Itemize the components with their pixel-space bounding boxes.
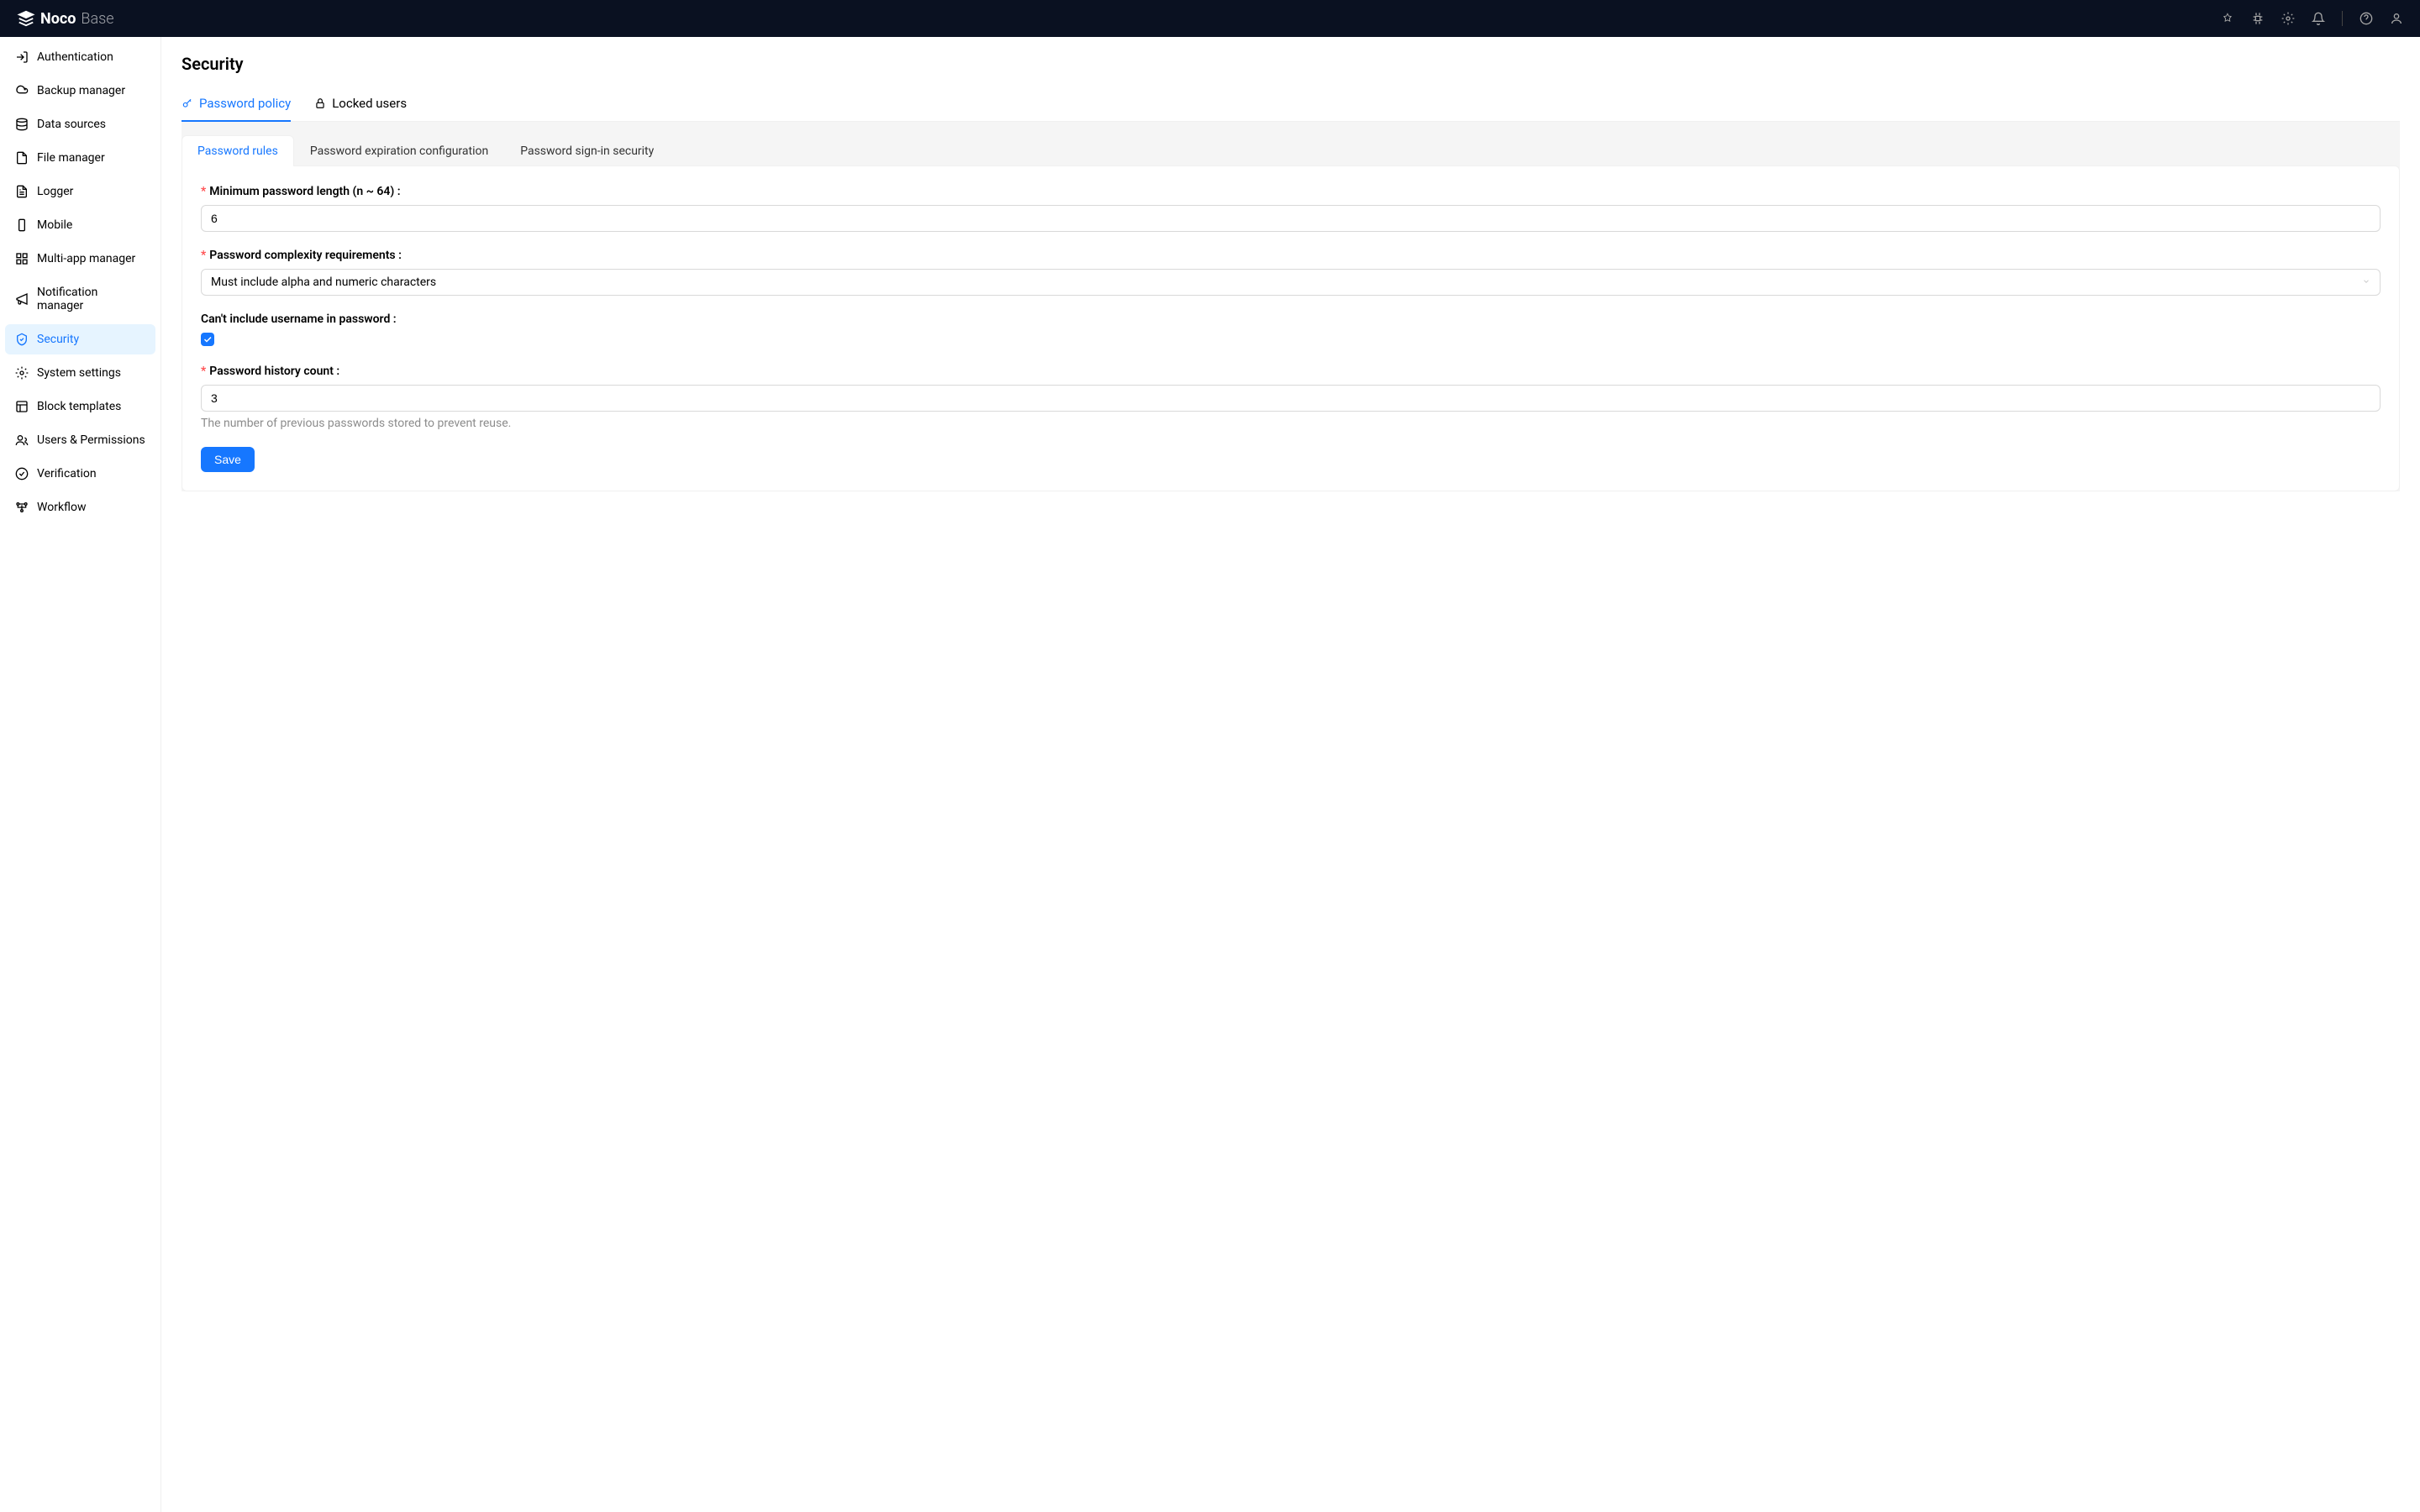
database-icon <box>15 118 29 131</box>
lock-icon <box>314 97 326 109</box>
sidebar-item-verification[interactable]: Verification <box>5 459 155 489</box>
sidebar-item-notification-manager[interactable]: Notification manager <box>5 277 155 321</box>
sidebar-item-label: Block templates <box>37 400 121 413</box>
tab-label: Password policy <box>199 96 291 111</box>
sidebar-item-label: Users & Permissions <box>37 433 145 447</box>
sidebar-item-label: Workflow <box>37 501 87 514</box>
shield-icon <box>15 333 29 346</box>
complexity-value: Must include alpha and numeric character… <box>211 276 436 289</box>
main-content: Security Password policy Locked users Pa… <box>161 37 2420 1512</box>
page-title: Security <box>182 54 2400 74</box>
check-circle-icon <box>15 467 29 480</box>
logo-text-2: Base <box>81 10 113 28</box>
sidebar-item-authentication[interactable]: Authentication <box>5 42 155 72</box>
sidebar-item-security[interactable]: Security <box>5 324 155 354</box>
tab-locked-users[interactable]: Locked users <box>314 87 407 121</box>
header-divider <box>2342 11 2343 26</box>
main-tabs: Password policy Locked users <box>182 87 2400 122</box>
grid-icon <box>15 252 29 265</box>
complexity-label: *Password complexity requirements : <box>201 249 2381 262</box>
sidebar-item-label: Notification manager <box>37 286 145 312</box>
highlighter-icon[interactable] <box>2221 12 2234 25</box>
min-length-label: *Minimum password length (n ~ 64) : <box>201 185 2381 198</box>
username-in-password-label: Can't include username in password : <box>201 312 2381 326</box>
sub-tab-signin-security[interactable]: Password sign-in security <box>504 135 670 166</box>
sidebar-item-mobile[interactable]: Mobile <box>5 210 155 240</box>
megaphone-icon <box>15 292 29 306</box>
sidebar-item-data-sources[interactable]: Data sources <box>5 109 155 139</box>
sidebar-item-label: Verification <box>37 467 97 480</box>
logo[interactable]: Noco Base <box>17 9 114 28</box>
sidebar-item-users-permissions[interactable]: Users & Permissions <box>5 425 155 455</box>
workflow-icon <box>15 501 29 514</box>
users-icon <box>15 433 29 447</box>
sidebar-item-workflow[interactable]: Workflow <box>5 492 155 522</box>
save-button[interactable]: Save <box>201 447 255 472</box>
history-count-help: The number of previous passwords stored … <box>201 417 2381 430</box>
sidebar-item-label: Multi-app manager <box>37 252 135 265</box>
history-count-label: *Password history count : <box>201 365 2381 378</box>
cloud-icon <box>15 84 29 97</box>
sidebar-item-label: File manager <box>37 151 105 165</box>
sidebar-item-label: Logger <box>37 185 73 198</box>
sidebar-item-block-templates[interactable]: Block templates <box>5 391 155 422</box>
complexity-select[interactable]: Must include alpha and numeric character… <box>201 269 2381 296</box>
template-icon <box>15 400 29 413</box>
bell-icon[interactable] <box>2312 12 2325 25</box>
logo-text-1: Noco <box>40 10 76 28</box>
sidebar-item-multi-app-manager[interactable]: Multi-app manager <box>5 244 155 274</box>
sub-tabs: Password rules Password expiration confi… <box>182 122 2400 165</box>
tab-password-policy[interactable]: Password policy <box>182 87 291 121</box>
chevron-down-icon <box>2362 277 2370 288</box>
log-icon <box>15 185 29 198</box>
file-icon <box>15 151 29 165</box>
sidebar-item-label: Authentication <box>37 50 113 64</box>
sidebar-item-label: Backup manager <box>37 84 125 97</box>
gear-icon[interactable] <box>2281 12 2295 25</box>
sidebar-item-logger[interactable]: Logger <box>5 176 155 207</box>
tab-label: Locked users <box>332 96 407 111</box>
sidebar: Authentication Backup manager Data sourc… <box>0 37 161 1512</box>
sidebar-item-label: Mobile <box>37 218 72 232</box>
user-icon[interactable] <box>2390 12 2403 25</box>
username-in-password-checkbox[interactable] <box>201 333 214 346</box>
history-count-input[interactable] <box>201 385 2381 412</box>
sidebar-item-label: Security <box>37 333 79 346</box>
mobile-icon <box>15 218 29 232</box>
sub-tab-expiration-config[interactable]: Password expiration configuration <box>294 135 504 166</box>
login-icon <box>15 50 29 64</box>
key-icon <box>182 97 193 109</box>
sidebar-item-file-manager[interactable]: File manager <box>5 143 155 173</box>
sidebar-item-label: Data sources <box>37 118 106 131</box>
sub-tab-password-rules[interactable]: Password rules <box>182 135 294 166</box>
gear-icon <box>15 366 29 380</box>
form-card: *Minimum password length (n ~ 64) : *Pas… <box>182 165 2400 491</box>
min-length-input[interactable] <box>201 205 2381 232</box>
logo-icon <box>17 9 35 28</box>
header: Noco Base <box>0 0 2420 37</box>
sidebar-item-backup-manager[interactable]: Backup manager <box>5 76 155 106</box>
header-icons <box>2221 11 2403 26</box>
help-icon[interactable] <box>2360 12 2373 25</box>
sidebar-item-label: System settings <box>37 366 121 380</box>
plugin-icon[interactable] <box>2251 12 2265 25</box>
sidebar-item-system-settings[interactable]: System settings <box>5 358 155 388</box>
